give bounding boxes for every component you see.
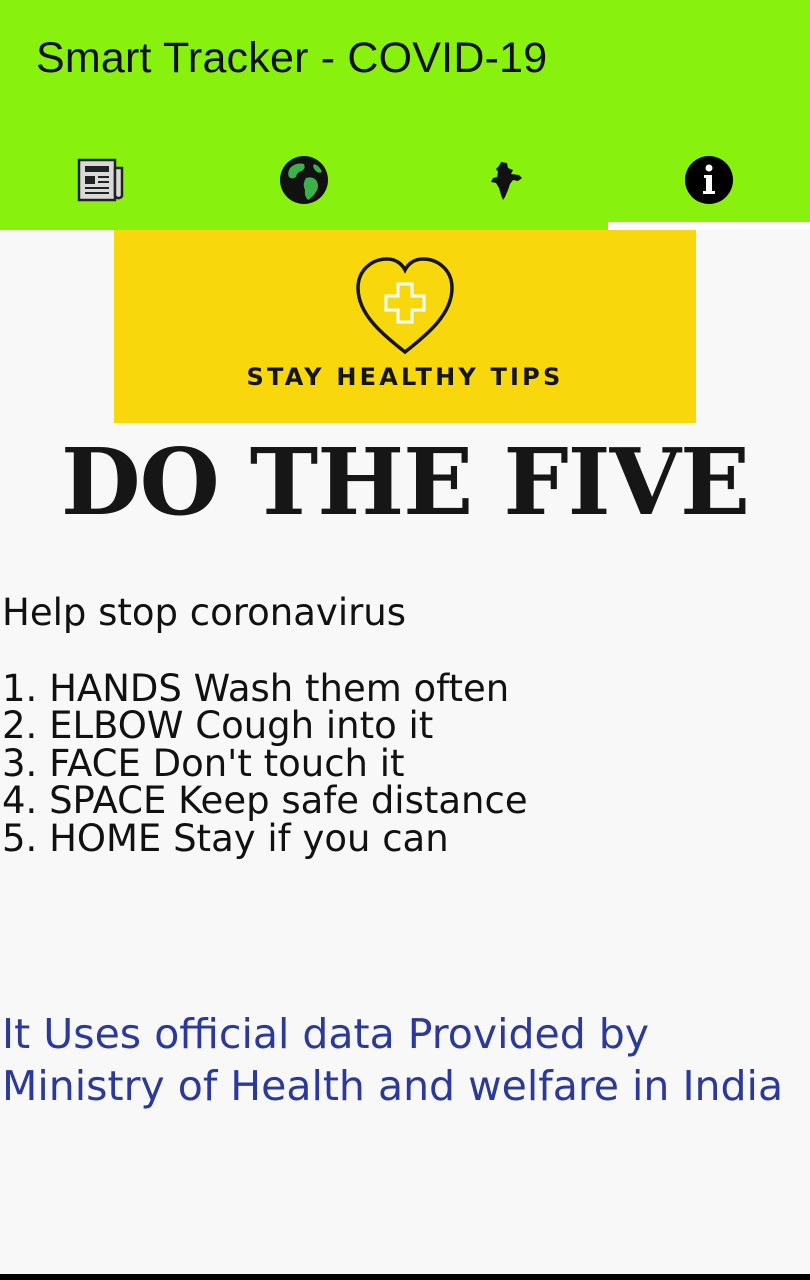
tab-bar xyxy=(0,130,810,230)
tab-news[interactable] xyxy=(0,130,203,230)
tab-world[interactable] xyxy=(203,130,406,230)
app-bar: Smart Tracker - COVID-19 xyxy=(0,0,810,230)
heart-cross-icon xyxy=(352,254,458,362)
list-item: 1. HANDS Wash them often xyxy=(2,666,510,710)
tab-india[interactable] xyxy=(405,130,608,230)
app-title: Smart Tracker - COVID-19 xyxy=(36,34,548,82)
list-item: 3. FACE Don't touch it xyxy=(2,741,405,785)
tab-info[interactable] xyxy=(607,130,810,230)
newspaper-icon xyxy=(77,158,125,202)
globe-icon xyxy=(278,154,330,206)
data-source-note: It Uses official data Provided by Minist… xyxy=(2,1010,784,1110)
list-item: 2. ELBOW Cough into it xyxy=(2,704,434,747)
list-item: 4. SPACE Keep safe distance xyxy=(2,779,528,822)
tips-list: Help stop coronavirus 1. HANDS Wash them… xyxy=(2,594,528,857)
bottom-edge xyxy=(0,1274,810,1280)
tips-intro: Help stop coronavirus xyxy=(2,591,407,634)
list-item: 5. HOME Stay if you can xyxy=(2,816,449,860)
india-map-icon xyxy=(489,160,523,200)
banner-text: STAY HEALTHY TIPS xyxy=(246,363,564,391)
selected-tab-indicator xyxy=(607,222,810,230)
stay-healthy-banner: STAY HEALTHY TIPS xyxy=(114,230,696,423)
info-icon xyxy=(684,155,734,205)
headline: DO THE FIVE xyxy=(60,428,750,536)
